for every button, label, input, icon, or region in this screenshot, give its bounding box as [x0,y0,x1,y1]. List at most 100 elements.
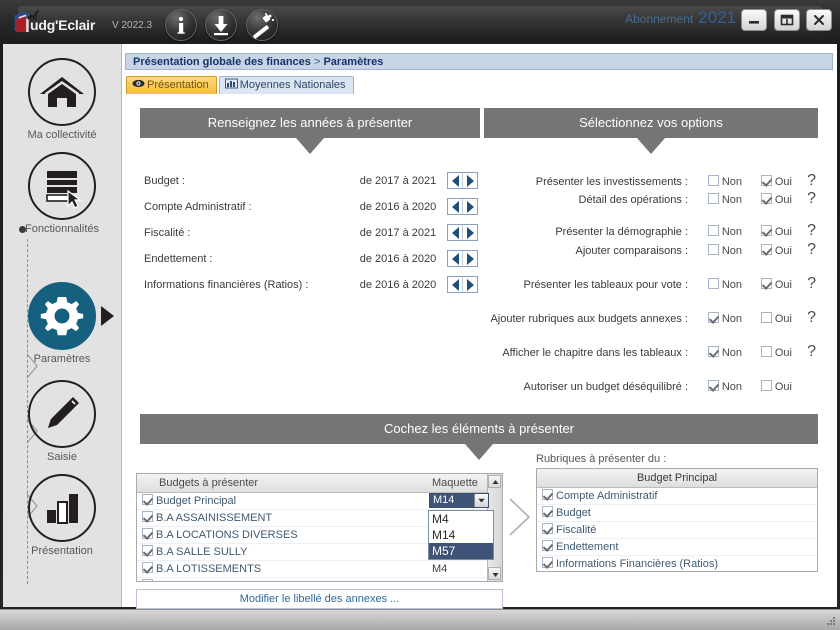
spinner-next-button[interactable] [463,225,477,240]
year-spinner-endettement[interactable] [447,250,478,267]
content-area: Présentation globale des finances > Para… [122,44,837,607]
list-item[interactable]: Compte Administratif [537,488,817,505]
spinner-prev-button[interactable] [448,277,463,292]
checkbox-box [708,193,719,204]
row-checkbox[interactable] [542,540,553,551]
tab-moyennes-nationales[interactable]: Moyennes Nationales [219,76,354,94]
sidebar-item-saisie[interactable]: Saisie [3,380,121,463]
help-icon[interactable]: ? [807,241,816,259]
dropdown-option-m14[interactable]: M14 [429,527,493,543]
option-oui-checkbox[interactable]: Oui [761,380,792,393]
row-checkbox[interactable] [542,506,553,517]
option-non-checkbox[interactable]: Non [708,225,742,238]
years-banner: Renseignez les années à présenter [140,108,480,138]
magic-wand-icon[interactable] [246,9,278,41]
sidebar-item-presentation[interactable]: Présentation [3,474,121,557]
option-non-checkbox[interactable]: Non [708,193,742,206]
row-checkbox[interactable] [542,489,553,500]
spinner-prev-button[interactable] [448,225,463,240]
rubriques-list: Budget Principal Compte Administratif Bu… [536,468,818,572]
spinner-prev-button[interactable] [448,199,463,214]
spinner-next-button[interactable] [463,199,477,214]
option-oui-checkbox[interactable]: Oui [761,175,792,188]
help-icon[interactable]: ? [807,343,816,361]
list-item[interactable]: Fiscalité [537,522,817,539]
row-checkbox[interactable] [142,511,153,522]
info-icon[interactable] [165,9,197,41]
help-icon[interactable]: ? [807,275,816,293]
table-row[interactable]: B.A VILLAGE VACANCES M4 [137,578,502,582]
row-checkbox[interactable] [542,557,553,568]
documents-icon-circle [28,152,96,220]
option-oui-label: Oui [775,176,792,188]
option-oui-checkbox[interactable]: Oui [761,193,792,206]
spinner-next-button[interactable] [463,251,477,266]
download-icon[interactable] [205,9,237,41]
option-oui-checkbox[interactable]: Oui [761,312,792,325]
row-checkbox[interactable] [142,562,153,573]
scroll-down-button[interactable] [488,567,501,580]
restore-button[interactable] [774,9,800,31]
row-checkbox[interactable] [142,545,153,556]
dropdown-option-m4[interactable]: M4 [429,511,493,527]
app-version: V 2022.3 [112,20,152,31]
maquette-dropdown-list[interactable]: M4 M14 M57 [428,510,494,560]
help-icon[interactable]: ? [807,172,816,190]
option-oui-checkbox[interactable]: Oui [761,278,792,291]
sidebar-item-fonctionnalites[interactable]: Fonctionnalités [3,152,121,235]
row-checkbox[interactable] [542,523,553,534]
checkbox-box [708,312,719,323]
option-non-checkbox[interactable]: Non [708,175,742,188]
list-item[interactable]: Endettement [537,539,817,556]
spinner-next-button[interactable] [463,277,477,292]
spinner-prev-button[interactable] [448,173,463,188]
banner-arrow [637,138,665,154]
list-item[interactable]: Budget [537,505,817,522]
help-icon[interactable]: ? [807,222,816,240]
option-non-checkbox[interactable]: Non [708,346,742,359]
year-spinner-compte-administratif[interactable] [447,198,478,215]
year-row-label: Fiscalité : [144,227,190,239]
option-row-rubriques-budgets-annexes: Ajouter rubriques aux budgets annexes : … [484,312,818,328]
scroll-up-button[interactable] [488,475,501,488]
sidebar-item-parametres[interactable]: Paramètres [3,282,121,365]
close-button[interactable] [806,9,832,31]
spinner-next-button[interactable] [463,173,477,188]
option-non-checkbox[interactable]: Non [708,380,742,393]
option-oui-checkbox[interactable]: Oui [761,225,792,238]
year-spinner-fiscalite[interactable] [447,224,478,241]
option-non-checkbox[interactable]: Non [708,312,742,325]
checkbox-box [708,225,719,236]
row-checkbox[interactable] [142,494,153,505]
maquette-combo-budget-principal[interactable]: M14 [429,493,489,508]
list-item[interactable]: Informations Financières (Ratios) [537,556,817,572]
minimize-button[interactable] [741,9,767,31]
year-spinner-informations-financieres[interactable] [447,276,478,293]
resize-grip-icon[interactable] [824,615,837,628]
chevron-down-icon[interactable] [474,494,488,507]
option-oui-checkbox[interactable]: Oui [761,346,792,359]
option-non-checkbox[interactable]: Non [708,244,742,257]
sidebar-item-ma-collectivite[interactable]: Ma collectivité [3,58,121,141]
option-oui-checkbox[interactable]: Oui [761,244,792,257]
option-label: Présenter la démographie : [555,226,688,238]
table-row[interactable]: B.A LOTISSEMENTS M4 [137,561,502,578]
help-icon[interactable]: ? [807,309,816,327]
dropdown-option-m57[interactable]: M57 [429,543,493,559]
sidebar-active-bullet [19,226,26,233]
app-name: udg'Eclair [30,17,95,33]
tab-presentation[interactable]: Présentation [126,76,217,94]
checkbox-box [761,312,772,323]
row-checkbox[interactable] [142,528,153,539]
option-row-presenter-demographie: Présenter la démographie : Non Oui ? [484,225,818,241]
row-checkbox[interactable] [142,579,153,582]
checkbox-box [761,225,772,236]
option-non-checkbox[interactable]: Non [708,278,742,291]
help-icon[interactable]: ? [807,190,816,208]
year-spinner-budget[interactable] [447,172,478,189]
spinner-prev-button[interactable] [448,251,463,266]
subscription-label: Abonnement [625,12,693,26]
modify-annexes-button[interactable]: Modifier le libellé des annexes ... [136,589,503,609]
option-non-label: Non [722,279,742,291]
row-label: Endettement [556,541,618,553]
